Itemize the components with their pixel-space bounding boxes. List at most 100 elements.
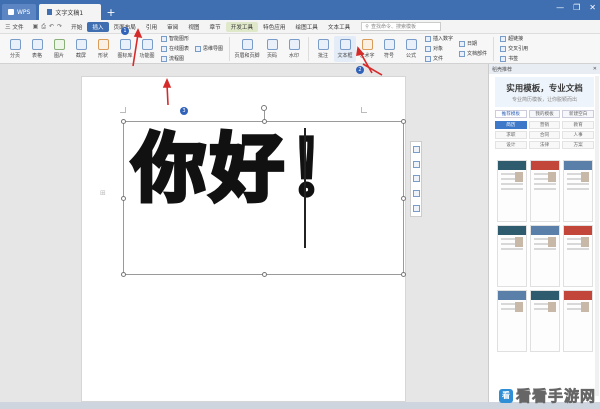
menu-drawing-tools[interactable]: 绘图工具 [291,22,323,32]
more-options-icon[interactable] [412,205,420,213]
mind-map-button[interactable]: 思维导图 [195,45,223,52]
shape-fill-icon[interactable] [412,175,420,183]
tag-legal[interactable]: 法律 [528,141,561,149]
comment-button[interactable]: 批注 [312,36,334,62]
template-thumbnail[interactable] [563,225,593,287]
text-box-button[interactable]: 文本框 [334,35,357,62]
picture-button[interactable]: 图片 [48,36,70,62]
menu-insert[interactable]: 插入 [87,21,109,32]
watermark-button[interactable]: 水印 [283,36,305,62]
tab-my-templates[interactable]: 我的模板 [528,110,561,118]
resize-handle-bottom-left[interactable] [121,272,126,277]
hyperlink-button[interactable]: 超链接 [500,35,528,42]
template-thumbnail[interactable] [497,160,527,222]
template-thumbnail[interactable] [530,225,560,287]
resize-handle-right[interactable] [401,196,406,201]
app-tab[interactable]: WPS [2,4,37,20]
menu-review[interactable]: 审阅 [162,22,183,32]
flowchart-button[interactable]: 流程图 [161,55,189,62]
art-text[interactable]: 你好！ [130,130,366,208]
undo-icon[interactable]: ↶ [49,23,54,31]
command-search-input[interactable]: ⚲ 查找命令、搜索模板 [361,22,442,31]
insert-number-button[interactable]: 插入数字 [425,35,453,42]
shape-button[interactable]: 形状 [92,36,114,62]
menu-developer[interactable]: 开发工具 [225,21,259,32]
bookmark-button[interactable]: 书签 [500,55,528,62]
document-page[interactable]: ⊞ 你好！ 3 [81,76,422,402]
template-thumbnail[interactable] [497,290,527,352]
resize-handle-top-left[interactable] [121,119,126,124]
header-footer-button[interactable]: 页眉和页脚 [233,36,261,62]
tag-plan[interactable]: 方案 [562,141,594,149]
menu-chapter[interactable]: 章节 [205,22,226,32]
screenshot-icon [75,38,87,50]
layout-options-icon[interactable] [412,145,420,153]
online-chart-button[interactable]: 在线图表 [161,45,189,52]
menu-features[interactable]: 特色应用 [258,22,290,32]
page-break-button[interactable]: 分页 [4,36,26,62]
close-icon[interactable]: ✕ [589,3,596,12]
document-tab[interactable]: 文字文稿1 [39,4,102,20]
word-art-button[interactable]: 艺术字 [356,36,378,62]
tag-resume[interactable]: 简历 [495,121,527,129]
template-thumbnail[interactable] [530,290,560,352]
banner-title: 实用模板，专业文档 [506,83,583,94]
save-icon[interactable]: ▣ [33,23,39,31]
menu-view[interactable]: 视图 [183,22,204,32]
object-button[interactable]: 对象 [425,45,453,52]
template-thumbnail[interactable] [497,225,527,287]
file-menu[interactable]: 三 文件 [0,22,29,32]
pen-icon[interactable] [412,160,420,168]
smart-graphics-group: 智能图形 在线图表 流程图 [161,35,189,62]
rotate-handle[interactable] [261,105,267,111]
resize-handle-bottom-right[interactable] [401,272,406,277]
menu-start[interactable]: 开始 [66,22,87,32]
art-text-box[interactable]: 你好！ [121,105,406,277]
file-button[interactable]: 文件 [425,55,453,62]
template-thumbnails [497,160,593,352]
resize-handle-left[interactable] [121,196,126,201]
paragraph-mark-icon: ⊞ [100,189,106,197]
menu-text-tools[interactable]: 文本工具 [323,22,355,32]
tag-education[interactable]: 教育 [562,121,594,129]
page-number-button[interactable]: 页码 [261,36,283,62]
close-panel-icon[interactable]: ✕ [593,66,597,72]
bookmark-icon [500,55,507,62]
smart-art-button[interactable]: 智能图形 [161,35,189,42]
tag-job[interactable]: 求职 [495,131,527,139]
cross-reference-button[interactable]: 交叉引用 [500,45,528,52]
template-thumbnail[interactable] [563,160,593,222]
menu-references[interactable]: 引用 [141,22,162,32]
site-watermark: 看 看看手游网 [498,385,596,406]
side-panel-scrollbar[interactable] [595,76,599,396]
tab-recommended[interactable]: 推荐模板 [495,110,527,118]
links-group: 超链接 交叉引用 书签 [500,35,528,62]
tag-marketing[interactable]: 营销 [528,121,561,129]
table-button[interactable]: 表格 [26,36,48,62]
tag-contract[interactable]: 合同 [528,131,561,139]
document-parts-button[interactable]: 文档部件 [459,50,487,57]
frame-icon[interactable] [412,190,420,198]
date-button[interactable]: 日期 [459,40,487,47]
tab-new-blank[interactable]: 新建空白 [562,110,595,118]
template-tags: 简历 营销 教育 求职 合同 人事 设计 法律 方案 [495,121,594,149]
tag-design[interactable]: 设计 [495,141,527,149]
icon-library-button[interactable]: 图标库 [114,36,136,62]
resize-handle-bottom[interactable] [262,272,267,277]
minimize-icon[interactable]: — [556,3,564,12]
template-banner[interactable]: 实用模板，专业文档 专业简历模板，让你脱颖而出 [495,77,594,107]
function-chart-button[interactable]: 功能图 [136,36,158,62]
screenshot-button[interactable]: 截屏 [70,36,92,62]
template-thumbnail[interactable] [530,160,560,222]
resize-handle-top-right[interactable] [401,119,406,124]
template-thumbnail[interactable] [563,290,593,352]
maximize-icon[interactable]: ❐ [573,3,580,12]
watermark-label: 水印 [289,52,300,59]
print-icon[interactable]: ⎙ [41,23,46,31]
symbol-button[interactable]: 符号 [378,36,400,62]
redo-icon[interactable]: ↷ [57,23,62,31]
new-tab-button[interactable]: + [106,4,115,20]
formula-button[interactable]: 公式 [400,36,422,62]
tag-hr[interactable]: 人事 [562,131,594,139]
resize-handle-top[interactable] [262,119,267,124]
